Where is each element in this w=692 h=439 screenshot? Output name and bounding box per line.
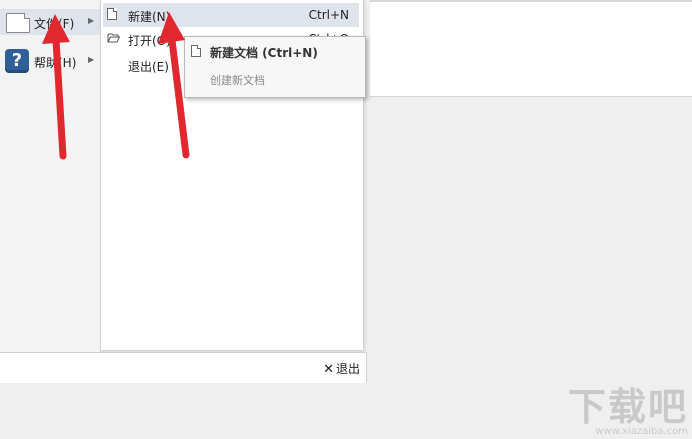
chevron-right-icon: ▶ — [88, 16, 95, 25]
watermark: 下载吧 www.xiazaiba.com — [568, 387, 688, 437]
submenu-item-exit-label: 退出(E) — [128, 60, 169, 74]
chevron-right-icon: ▶ — [88, 55, 95, 64]
menu-item-help[interactable]: ? 帮助(H) ▶ — [0, 48, 100, 74]
document-icon — [107, 8, 117, 20]
close-icon: ✕ — [323, 362, 334, 377]
watermark-logo-text: 下载吧 — [567, 385, 688, 429]
submenu-item-new-label: 新建(N) — [128, 10, 171, 24]
exit-button[interactable]: ✕ 退出 — [323, 360, 360, 377]
document-icon — [6, 13, 30, 33]
document-icon — [191, 45, 201, 57]
submenu-item-open-label: 打开(O) — [128, 34, 171, 48]
submenu-item-new-shortcut: Ctrl+N — [308, 8, 349, 22]
tooltip-description: 创建新文档 — [210, 74, 265, 87]
menu-item-help-label: 帮助(H) — [34, 56, 77, 70]
submenu-item-new[interactable]: 新建(N) Ctrl+N — [103, 3, 359, 27]
menu-item-file[interactable]: 文件(F) ▶ — [0, 9, 100, 35]
app-toolbar-pane — [370, 2, 692, 97]
help-icon: ? — [5, 49, 29, 73]
menu-item-file-label: 文件(F) — [34, 17, 75, 31]
exit-button-label: 退出 — [335, 362, 360, 376]
new-document-tooltip: 新建文档 (Ctrl+N) 创建新文档 — [184, 36, 366, 98]
main-menu: 文件(F) ▶ ? 帮助(H) ▶ — [0, 0, 101, 352]
menu-bottom-bar: ✕ 退出 — [0, 352, 367, 383]
folder-open-icon — [107, 32, 121, 46]
tooltip-title: 新建文档 (Ctrl+N) — [210, 46, 318, 60]
